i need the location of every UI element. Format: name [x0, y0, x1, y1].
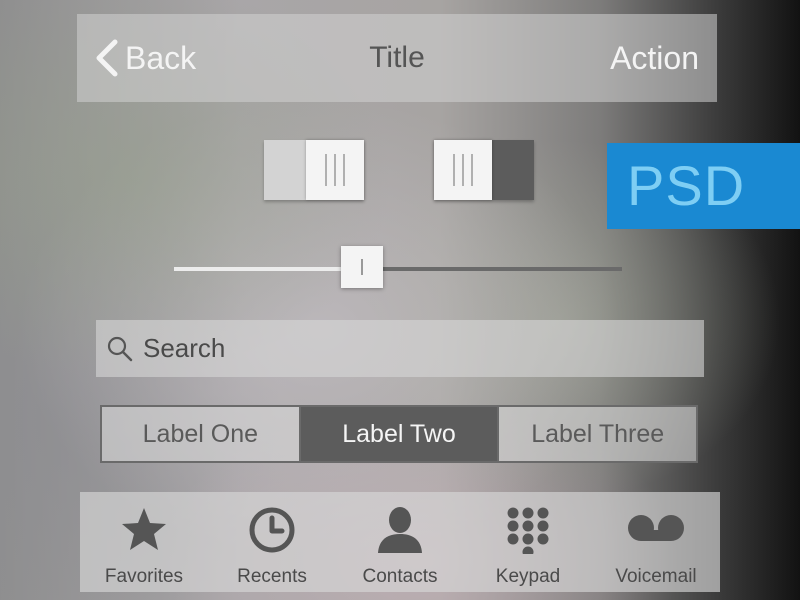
action-button[interactable]: Action — [610, 14, 699, 102]
grip-line — [361, 259, 364, 275]
toggle-knob[interactable] — [434, 140, 492, 200]
tab-contacts[interactable]: Contacts — [336, 492, 464, 592]
slider[interactable] — [174, 246, 622, 288]
search-input[interactable] — [143, 333, 683, 364]
tab-label: Recents — [237, 566, 307, 587]
keypad-icon — [503, 506, 553, 566]
grip-line — [343, 154, 345, 186]
grip-line — [334, 154, 336, 186]
segment-label-three[interactable]: Label Three — [497, 407, 696, 461]
back-label: Back — [125, 39, 197, 76]
search-bar[interactable] — [96, 320, 704, 377]
grip-line — [471, 154, 473, 186]
segment-label-two[interactable]: Label Two — [298, 407, 498, 461]
slider-track — [383, 267, 622, 271]
grip-line — [462, 154, 464, 186]
slider-thumb[interactable] — [341, 246, 384, 288]
tab-bar: Favorites Recents Contacts Keypad Voicem… — [80, 492, 720, 592]
toggle-switch-off[interactable] — [434, 140, 534, 200]
psd-badge: PSD — [607, 143, 800, 229]
segmented-control: Label One Label Two Label Three — [100, 405, 698, 463]
chevron-left-icon — [93, 38, 119, 78]
tab-label: Voicemail — [615, 566, 697, 587]
back-button[interactable]: Back — [93, 14, 196, 102]
tab-label: Favorites — [104, 566, 184, 587]
person-icon — [375, 506, 425, 566]
segment-label-one[interactable]: Label One — [102, 407, 299, 461]
tab-label: Contacts — [362, 566, 438, 587]
tab-keypad[interactable]: Keypad — [464, 492, 592, 592]
search-icon — [96, 336, 143, 362]
tab-label: Keypad — [495, 566, 561, 587]
tab-favorites[interactable]: Favorites — [80, 492, 208, 592]
slider-fill — [174, 267, 342, 271]
navigation-bar: Back Title Action — [77, 14, 717, 102]
grip-line — [325, 154, 327, 186]
tab-voicemail[interactable]: Voicemail — [592, 492, 720, 592]
toggle-switch-on[interactable] — [264, 140, 364, 200]
voicemail-icon — [626, 506, 686, 566]
clock-icon — [247, 506, 297, 566]
grip-line — [453, 154, 455, 186]
star-icon — [119, 506, 169, 566]
tab-recents[interactable]: Recents — [208, 492, 336, 592]
toggle-knob[interactable] — [306, 140, 364, 200]
